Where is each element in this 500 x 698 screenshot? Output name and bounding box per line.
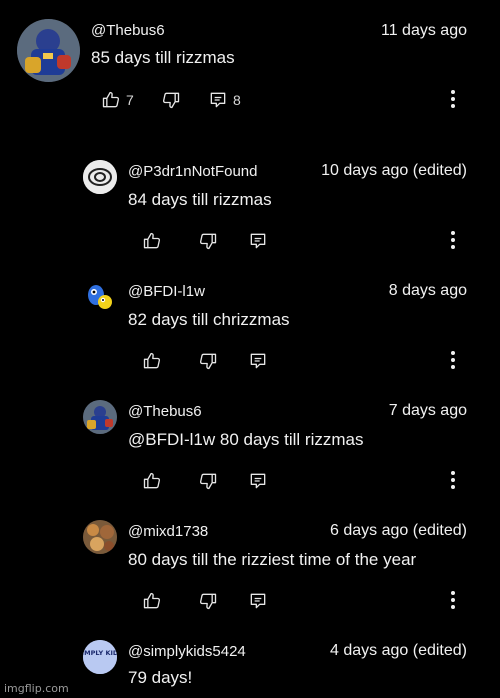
kebab-dot [451,478,455,482]
reply-button[interactable] [208,90,228,110]
simply-kids-logo-avatar-icon[interactable]: SIMPLY KIDS [83,640,117,674]
comment-timestamp[interactable]: 6 days ago (edited) [330,522,467,540]
reply-button[interactable] [248,471,268,491]
like-button[interactable] [142,351,162,371]
like-button[interactable] [142,231,162,251]
comment-text: 79 days! [128,668,193,687]
thumbs-down-icon [199,353,217,370]
comment-timestamp[interactable]: 4 days ago (edited) [330,642,467,660]
kebab-dot [451,591,455,595]
more-options-button[interactable] [450,351,456,373]
dislike-button[interactable] [198,591,218,611]
thumbs-up-icon [143,472,161,489]
reply-button[interactable] [248,591,268,611]
comment-timestamp[interactable]: 7 days ago [389,402,467,420]
more-options-button[interactable] [450,231,456,253]
kebab-dot [451,231,455,235]
kebab-dot [451,238,455,242]
comment-author[interactable]: @P3dr1nNotFound [128,163,257,180]
reply-button[interactable] [248,231,268,251]
comment-actions [128,591,288,613]
comment-timestamp[interactable]: 8 days ago [389,282,467,300]
like-button[interactable] [142,471,162,491]
reply-comment-icon [250,233,266,249]
thumbs-up-icon [143,232,161,249]
thumbs-up-icon [143,352,161,369]
thumbs-up-icon [102,91,120,108]
thumbs-down-icon [162,92,180,109]
imgflip-watermark: imgflip.com [4,682,69,695]
cartoon-character-avatar-icon[interactable] [83,280,117,314]
thumbs-up-icon [143,592,161,609]
comment-author[interactable]: @simplykids5424 [128,643,246,660]
food-photo-avatar-icon[interactable] [83,520,117,554]
comment-author[interactable]: @BFDI-l1w [128,283,205,300]
more-options-button[interactable] [450,471,456,493]
reply-comment-icon [210,92,226,108]
comment-timestamp[interactable]: 10 days ago (edited) [321,162,467,180]
reply-button[interactable] [248,351,268,371]
football-player-avatar-icon[interactable] [83,400,117,434]
kebab-dot [451,351,455,355]
comment-author[interactable]: @Thebus6 [91,22,165,39]
dislike-button[interactable] [198,231,218,251]
reply-comment: @mixd1738 6 days ago (edited) 80 days ti… [0,510,500,620]
reply-comment-icon [250,353,266,369]
reply-comment-icon [250,473,266,489]
comment-text: 84 days till rizzmas [128,190,272,209]
comment-actions [128,351,288,373]
thumbs-down-icon [199,593,217,610]
comment-author[interactable]: @mixd1738 [128,523,208,540]
avatar-logo-text: SIMPLY KIDS [83,649,117,657]
kebab-dot [451,97,455,101]
kebab-dot [451,605,455,609]
comment-text: @BFDI-l1w 80 days till rizzmas [128,430,364,449]
kebab-dot [451,90,455,94]
comment-text: 82 days till chrizzmas [128,310,290,329]
football-player-avatar-icon[interactable] [17,19,80,82]
dislike-button[interactable] [198,351,218,371]
kebab-dot [451,471,455,475]
dislike-button[interactable] [161,90,181,110]
reply-comment: SIMPLY KIDS @simplykids5424 4 days ago (… [0,630,500,698]
more-options-button[interactable] [450,90,456,112]
comment-actions: 7 8 [91,90,291,112]
comment-author[interactable]: @Thebus6 [128,403,202,420]
like-count: 7 [126,92,134,108]
comment-thread-top: @Thebus6 11 days ago 85 days till rizzma… [0,0,500,130]
kebab-dot [451,104,455,108]
like-button[interactable] [101,90,121,110]
comment-text: 80 days till the rizziest time of the ye… [128,550,417,569]
sketch-avatar-icon[interactable] [83,160,117,194]
comment-actions [128,471,288,493]
kebab-dot [451,485,455,489]
comment-timestamp[interactable]: 11 days ago [381,22,467,40]
reply-comment-icon [250,593,266,609]
kebab-dot [451,358,455,362]
reply-comment: @Thebus6 7 days ago @BFDI-l1w 80 days ti… [0,390,500,500]
reply-comment: @BFDI-l1w 8 days ago 82 days till chrizz… [0,270,500,380]
comment-actions [128,231,288,253]
thumbs-down-icon [199,473,217,490]
like-button[interactable] [142,591,162,611]
kebab-dot [451,245,455,249]
dislike-button[interactable] [198,471,218,491]
kebab-dot [451,365,455,369]
reply-count: 8 [233,92,241,108]
kebab-dot [451,598,455,602]
reply-comment: @P3dr1nNotFound 10 days ago (edited) 84 … [0,150,500,260]
thumbs-down-icon [199,233,217,250]
more-options-button[interactable] [450,591,456,613]
comment-text: 85 days till rizzmas [91,48,235,67]
